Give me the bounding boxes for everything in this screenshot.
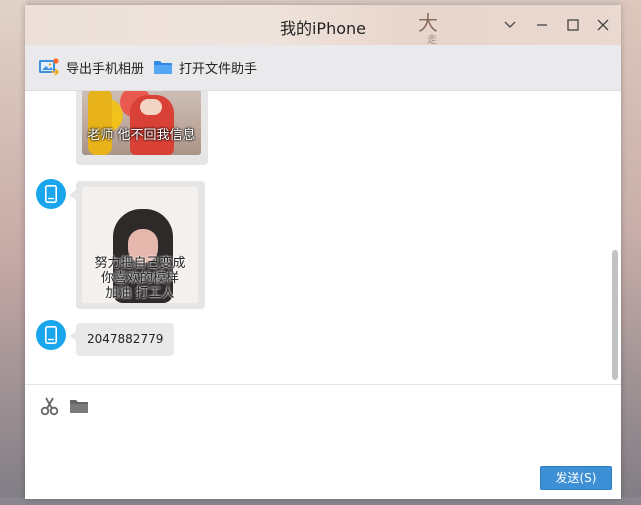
phone-icon [45, 185, 57, 203]
text-message[interactable]: 2047882779 [76, 323, 175, 356]
sticker-caption-line: 你喜欢的模样 [100, 271, 179, 286]
scissors-icon[interactable] [39, 395, 61, 417]
minimize-icon[interactable] [532, 15, 552, 35]
sticker-image[interactable]: 老师 他不回我信息 [82, 91, 201, 155]
maximize-icon[interactable] [563, 15, 583, 35]
desktop-background-left [0, 0, 26, 505]
send-button[interactable]: 发送(S) [540, 466, 612, 490]
open-file-assistant-label: 打开文件助手 [179, 61, 258, 77]
phone-icon [45, 326, 57, 344]
export-photos-button[interactable]: 导出手机相册 [38, 56, 144, 78]
message-composer[interactable] [25, 385, 621, 499]
folder-icon[interactable] [68, 395, 90, 417]
desktop-background-right [620, 0, 641, 505]
avatar[interactable] [36, 179, 66, 209]
image-message[interactable]: 努力把自己变成 你喜欢的模样 加油 打工人 [76, 181, 205, 309]
scrollbar-thumb[interactable] [612, 250, 618, 380]
chat-window: 大 走 我的iPhone 导出手机相册 打开文件助手 老师 他不回我信息 努力把… [25, 5, 621, 499]
message-list[interactable]: 老师 他不回我信息 努力把自己变成 你喜欢的模样 加油 打工人 20478827… [25, 91, 621, 384]
sticker-caption-line: 努力把自己变成 [94, 256, 186, 271]
export-photos-label: 导出手机相册 [66, 61, 145, 77]
close-icon[interactable] [593, 15, 613, 35]
photo-export-icon [39, 58, 60, 76]
sticker-caption: 老师 他不回我信息 [87, 128, 196, 143]
sticker-figure [140, 99, 162, 115]
open-file-assistant-button[interactable]: 打开文件助手 [153, 56, 257, 78]
image-message[interactable]: 老师 他不回我信息 [76, 91, 208, 165]
avatar[interactable] [36, 320, 66, 350]
folder-icon [154, 61, 172, 74]
toolbar: 导出手机相册 打开文件助手 [25, 45, 621, 91]
bubble-tail [69, 190, 76, 200]
sticker-image[interactable]: 努力把自己变成 你喜欢的模样 加油 打工人 [82, 187, 198, 303]
title-bar[interactable]: 大 走 我的iPhone [25, 5, 621, 46]
sticker-figure [88, 91, 112, 155]
chevron-down-icon[interactable] [500, 15, 520, 35]
sticker-caption-line: 加油 打工人 [105, 286, 175, 301]
